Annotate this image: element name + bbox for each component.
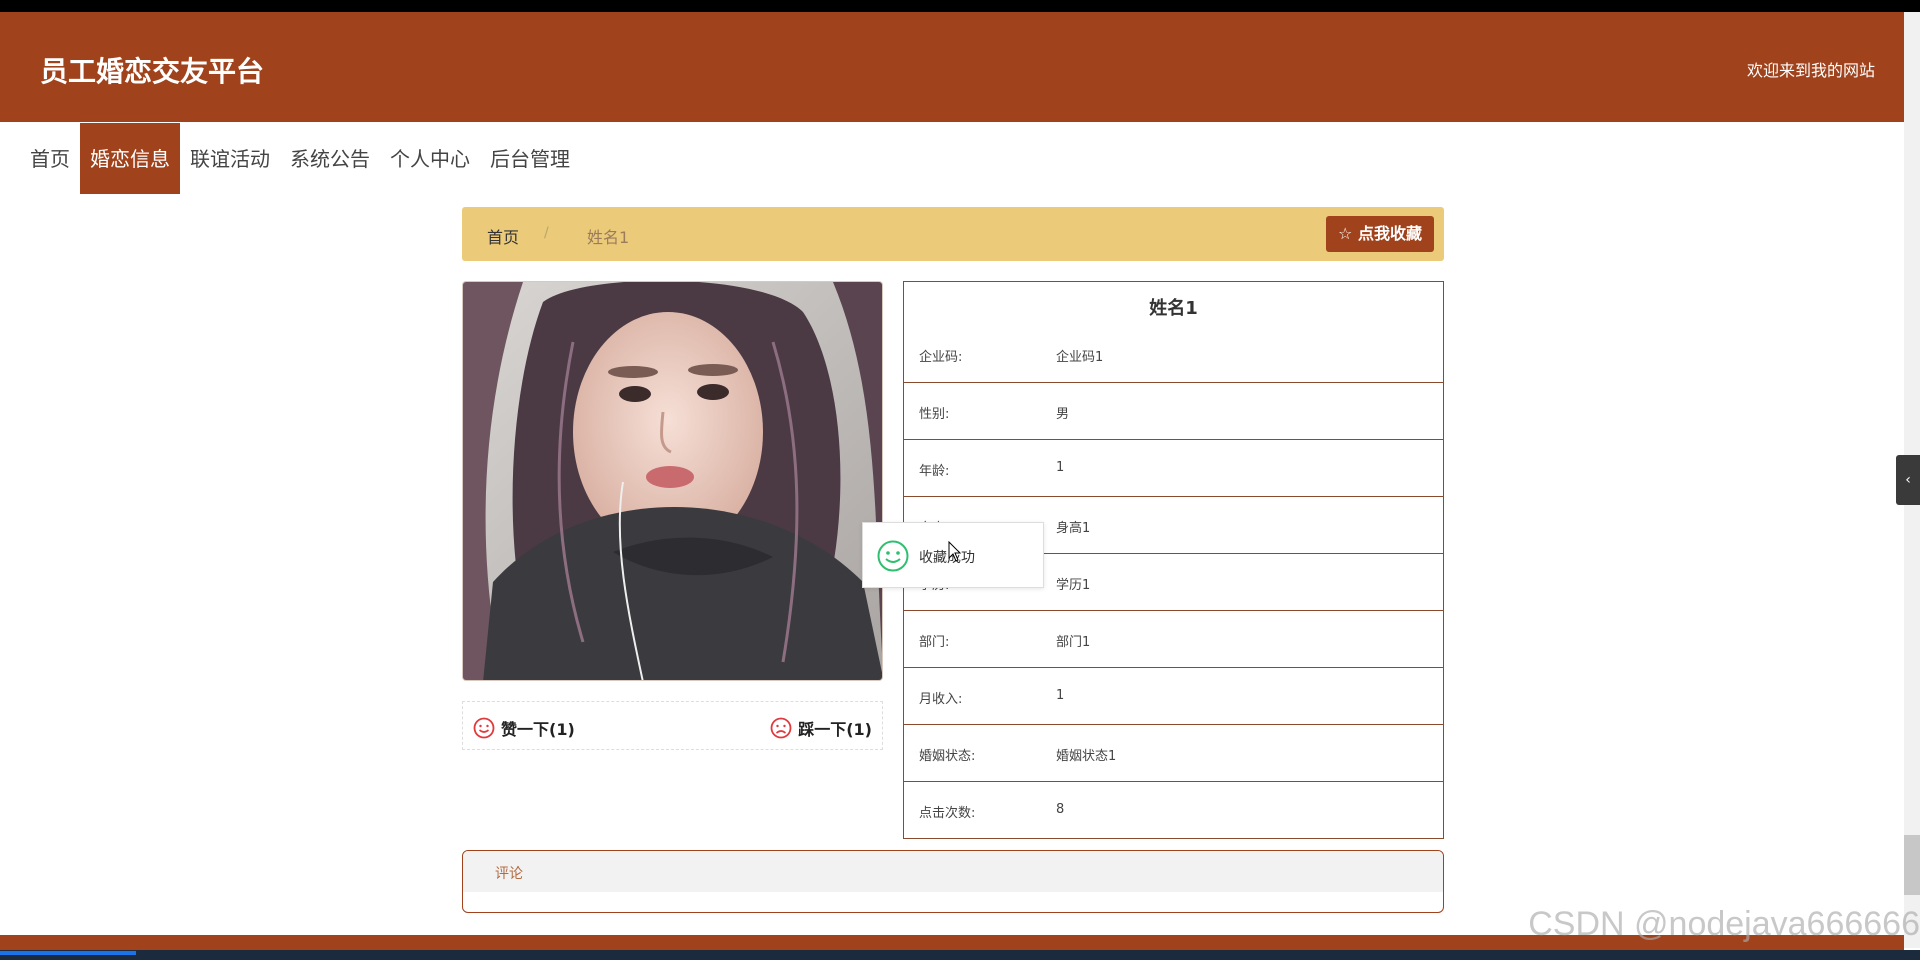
dislike-button[interactable]: 踩一下(1): [770, 716, 872, 740]
nav-item-admin[interactable]: 后台管理: [480, 123, 580, 194]
profile-photo: [462, 281, 883, 681]
breadcrumb-current: 姓名1: [587, 228, 630, 247]
info-row: 婚姻状态: 婚姻状态1: [904, 725, 1443, 782]
chevron-left-icon: ‹: [1905, 472, 1911, 488]
info-value: 学历1: [1056, 578, 1091, 593]
comment-panel: 评论: [462, 850, 1444, 913]
nav-item-dating-info[interactable]: 婚恋信息: [80, 123, 180, 194]
info-value: 企业码1: [1056, 350, 1104, 365]
window-top-strip: [0, 0, 1920, 12]
info-value: 8: [1056, 802, 1065, 817]
vote-bar: 赞一下(1) 踩一下(1): [462, 701, 883, 750]
info-value: 1: [1056, 460, 1065, 475]
info-row: 部门: 部门1: [904, 611, 1443, 668]
taskbar-strip: [0, 950, 1920, 960]
main-nav: 首页 婚恋信息 联谊活动 系统公告 个人中心 后台管理: [20, 123, 580, 194]
like-label: 赞一下(1): [501, 720, 575, 739]
dislike-label: 踩一下(1): [798, 720, 872, 739]
info-label: 企业码:: [919, 350, 963, 365]
info-label: 婚姻状态:: [919, 749, 976, 764]
info-value: 1: [1056, 688, 1065, 703]
nav-item-announcements[interactable]: 系统公告: [280, 123, 380, 194]
smile-icon: [473, 717, 495, 739]
info-label: 点击次数:: [919, 806, 976, 821]
watermark: CSDN @nodejava666666: [1528, 905, 1920, 943]
toast-message: 收藏成功: [919, 550, 975, 566]
info-label: 性别:: [919, 407, 950, 422]
scrollbar-thumb[interactable]: [1904, 835, 1920, 895]
mouse-cursor-icon: [948, 541, 962, 562]
site-title: 员工婚恋交友平台: [40, 55, 265, 88]
profile-photo-image: [463, 282, 882, 680]
breadcrumb-separator: /: [544, 225, 549, 241]
smile-icon: [877, 540, 909, 572]
info-row: 企业码: 企业码1: [904, 282, 1443, 383]
info-value: 部门1: [1056, 635, 1091, 650]
breadcrumb: 首页 / 姓名1 ☆ 点我收藏: [462, 207, 1444, 261]
info-value: 男: [1056, 407, 1070, 422]
info-row: 月收入: 1: [904, 668, 1443, 725]
like-button[interactable]: 赞一下(1): [473, 716, 575, 740]
info-label: 月收入:: [919, 692, 963, 707]
side-collapse-tab[interactable]: ‹: [1896, 455, 1920, 505]
favorite-button[interactable]: ☆ 点我收藏: [1326, 216, 1434, 252]
info-row: 性别: 男: [904, 383, 1443, 440]
site-header: 员工婚恋交友平台 欢迎来到我的网站: [0, 12, 1904, 122]
nav-item-events[interactable]: 联谊活动: [180, 123, 280, 194]
info-value: 婚姻状态1: [1056, 749, 1117, 764]
nav-item-profile[interactable]: 个人中心: [380, 123, 480, 194]
info-row: 点击次数: 8: [904, 782, 1443, 839]
frown-icon: [770, 717, 792, 739]
breadcrumb-home-link[interactable]: 首页: [487, 224, 519, 248]
info-value: 身高1: [1056, 521, 1091, 536]
info-label: 年龄:: [919, 464, 950, 479]
info-row: 年龄: 1: [904, 440, 1443, 497]
info-label: 部门:: [919, 635, 950, 650]
nav-item-home[interactable]: 首页: [20, 123, 80, 194]
progress-indicator: [0, 951, 136, 955]
welcome-text: 欢迎来到我的网站: [1746, 61, 1875, 80]
comment-header: 评论: [463, 851, 1443, 892]
